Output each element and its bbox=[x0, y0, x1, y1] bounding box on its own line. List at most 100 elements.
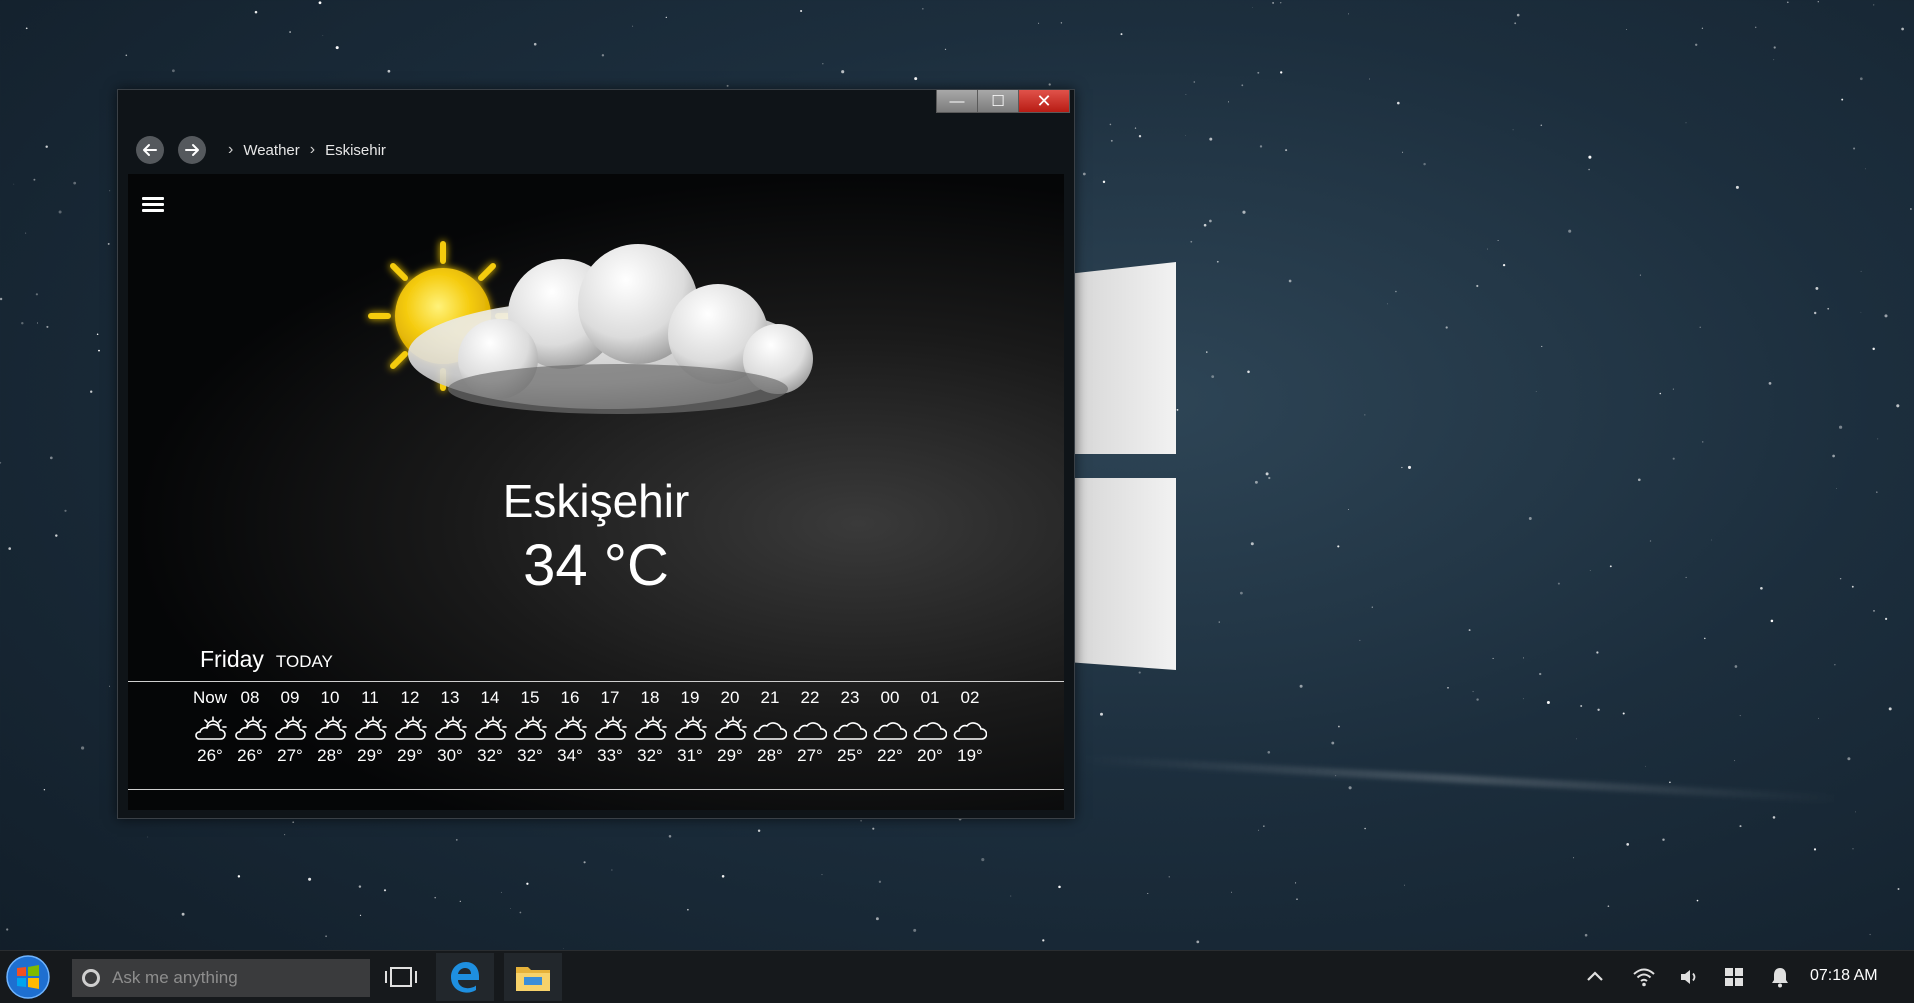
start-button[interactable] bbox=[4, 954, 52, 1000]
chevron-up-icon[interactable] bbox=[1584, 966, 1606, 988]
hour-temperature: 26° bbox=[197, 746, 223, 765]
hour-label: 23 bbox=[840, 688, 860, 707]
cortana-icon bbox=[82, 969, 100, 987]
search-placeholder: Ask me anything bbox=[112, 968, 238, 987]
current-temperature: 34 °C bbox=[523, 533, 669, 598]
chevron-right-icon: › bbox=[309, 141, 316, 158]
weather-window: — ☐ ✕ › Weather › Eskisehir Eskişehir 34… bbox=[117, 89, 1075, 819]
hourly-forecast-item: 08 26° bbox=[230, 688, 270, 766]
hourly-forecast-item: 01 20° bbox=[910, 688, 950, 766]
partly-sunny-icon bbox=[593, 712, 627, 746]
hour-label: 14 bbox=[480, 688, 500, 707]
cloud-icon bbox=[873, 712, 907, 746]
hour-label: 21 bbox=[760, 688, 780, 707]
hour-label: 01 bbox=[920, 688, 940, 707]
windows-grid-icon[interactable] bbox=[1724, 967, 1744, 987]
close-button[interactable]: ✕ bbox=[1018, 90, 1070, 113]
wifi-icon[interactable] bbox=[1632, 966, 1656, 988]
hourly-forecast-item: 13 30° bbox=[430, 688, 470, 766]
system-tray bbox=[1584, 951, 1790, 1003]
hourly-forecast-item: 23 25° bbox=[830, 688, 870, 766]
file-explorer-button[interactable] bbox=[504, 953, 562, 1001]
hour-label: 12 bbox=[400, 688, 420, 707]
minimize-button[interactable]: — bbox=[936, 90, 978, 113]
hourly-forecast-item: 20 29° bbox=[710, 688, 750, 766]
hour-temperature: 25° bbox=[837, 746, 863, 765]
hourly-forecast-item: 02 19° bbox=[950, 688, 990, 766]
cloud-icon bbox=[913, 712, 947, 746]
hourly-forecast-item: 00 22° bbox=[870, 688, 910, 766]
sun-cloud-illustration bbox=[368, 241, 813, 414]
cloud-illustration bbox=[408, 244, 813, 414]
hourly-forecast-item: 09 27° bbox=[270, 688, 310, 766]
hour-label: 18 bbox=[640, 688, 660, 707]
hourly-forecast-item: 15 32° bbox=[510, 688, 550, 766]
partly-sunny-icon bbox=[713, 712, 747, 746]
hour-label: Now bbox=[192, 688, 227, 707]
notification-bell-icon[interactable] bbox=[1770, 966, 1790, 988]
cloud-icon bbox=[833, 712, 867, 746]
taskbar: Ask me anything 07:18 AM bbox=[0, 950, 1914, 1003]
hour-label: 00 bbox=[880, 688, 900, 707]
arrow-left-icon bbox=[143, 144, 157, 156]
hour-temperature: 31° bbox=[677, 746, 703, 765]
hour-temperature: 28° bbox=[757, 746, 783, 765]
hour-label: 11 bbox=[361, 688, 379, 707]
hour-temperature: 29° bbox=[397, 746, 423, 765]
task-view-button[interactable] bbox=[372, 953, 430, 1001]
volume-icon[interactable] bbox=[1678, 966, 1700, 988]
hourly-forecast-item: Now 26° bbox=[190, 688, 230, 766]
hour-temperature: 27° bbox=[797, 746, 823, 765]
partly-sunny-icon bbox=[513, 712, 547, 746]
divider-bottom bbox=[128, 789, 1064, 790]
hour-temperature: 29° bbox=[717, 746, 743, 765]
system-clock[interactable]: 07:18 AM bbox=[1810, 967, 1878, 985]
task-view-icon bbox=[385, 967, 417, 987]
partly-sunny-icon bbox=[673, 712, 707, 746]
hour-label: 20 bbox=[720, 688, 740, 707]
hourly-forecast-item: 17 33° bbox=[590, 688, 630, 766]
hour-temperature: 22° bbox=[877, 746, 903, 765]
hour-label: 22 bbox=[800, 688, 820, 707]
hour-temperature: 32° bbox=[517, 746, 543, 765]
hour-label: 08 bbox=[240, 688, 260, 707]
breadcrumb: › Weather › Eskisehir bbox=[228, 141, 386, 159]
partly-sunny-icon bbox=[393, 712, 427, 746]
hour-label: 13 bbox=[440, 688, 460, 707]
back-button[interactable] bbox=[136, 136, 164, 164]
partly-sunny-icon bbox=[193, 712, 227, 746]
hamburger-menu-icon[interactable] bbox=[142, 194, 164, 215]
hour-label: 16 bbox=[560, 688, 580, 707]
edge-browser-button[interactable] bbox=[436, 953, 494, 1001]
hourly-forecast-item: 22 27° bbox=[790, 688, 830, 766]
hour-temperature: 33° bbox=[597, 746, 623, 765]
maximize-button[interactable]: ☐ bbox=[977, 90, 1019, 113]
hour-temperature: 27° bbox=[277, 746, 303, 765]
hour-temperature: 30° bbox=[437, 746, 463, 765]
partly-sunny-icon bbox=[473, 712, 507, 746]
hourly-forecast-item: 18 32° bbox=[630, 688, 670, 766]
hour-label: 02 bbox=[960, 688, 980, 707]
cloud-icon bbox=[793, 712, 827, 746]
partly-sunny-icon bbox=[313, 712, 347, 746]
hour-temperature: 28° bbox=[317, 746, 343, 765]
hourly-forecast-item: 12 29° bbox=[390, 688, 430, 766]
search-box[interactable]: Ask me anything bbox=[72, 959, 370, 997]
hourly-forecast-item: 10 28° bbox=[310, 688, 350, 766]
weather-panel: Eskişehir 34 °C Friday TODAY Now 26° 08 26°… bbox=[128, 174, 1064, 810]
windows-start-icon bbox=[6, 955, 50, 999]
hourly-forecast-item: 14 32° bbox=[470, 688, 510, 766]
folder-icon bbox=[516, 967, 550, 991]
forward-button[interactable] bbox=[178, 136, 206, 164]
hour-label: 09 bbox=[280, 688, 300, 707]
arrow-right-icon bbox=[185, 144, 199, 156]
breadcrumb-city[interactable]: Eskisehir bbox=[325, 142, 386, 159]
hour-label: 17 bbox=[600, 688, 620, 707]
partly-sunny-icon bbox=[633, 712, 667, 746]
hour-temperature: 19° bbox=[957, 746, 983, 765]
breadcrumb-weather[interactable]: Weather bbox=[243, 142, 299, 159]
partly-sunny-icon bbox=[433, 712, 467, 746]
hour-label: 15 bbox=[520, 688, 540, 707]
city-name: Eskişehir bbox=[502, 475, 690, 527]
partly-sunny-icon bbox=[553, 712, 587, 746]
